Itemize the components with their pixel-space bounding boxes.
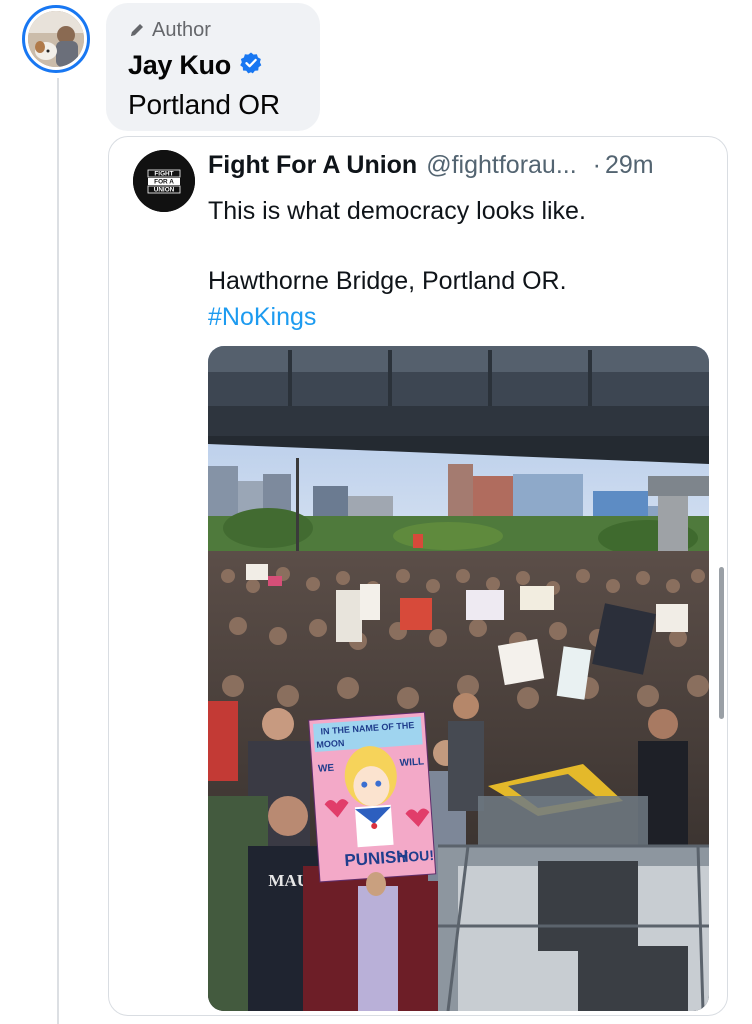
author-badge-label: Author [152,18,211,41]
author-avatar[interactable] [22,5,90,73]
post-timestamp[interactable]: 29m [605,151,654,180]
source-logo: FIGHT FOR A UNION [133,150,195,212]
sailor-moon-sign: IN THE NAME OF THE MOON WE WILL PUNISH Y… [308,711,437,883]
author-badge: Author [128,17,320,43]
comment-text: Portland OR [128,89,280,120]
comment-bubble: Author Jay Kuo Portland OR [106,3,320,131]
sign-line-3: WE [318,763,335,775]
source-logo-line-2: FOR A [154,179,174,186]
source-name[interactable]: Fight For A Union [208,151,417,180]
author-name[interactable]: Jay Kuo [128,50,231,81]
post-line-2: Hawthorne Bridge, Portland OR. [208,267,567,295]
hashtag-link[interactable]: #NoKings [208,299,708,335]
source-logo-line-3: UNION [154,187,175,194]
author-name-row: Jay Kuo [128,49,320,81]
post-gap [208,229,708,263]
post-line-1: This is what democracy looks like. [208,197,586,225]
post-text: This is what democracy looks like. Hawth… [208,193,708,335]
pencil-icon [128,21,146,39]
avatar-photo [28,11,84,67]
protest-photo: MAUI IN THE NAME OF THE MOON WE WILL PUN… [208,346,709,1011]
shared-post-card[interactable]: FIGHT FOR A UNION Fight For A Union @fig… [108,136,728,1016]
post-photo[interactable]: MAUI IN THE NAME OF THE MOON WE WILL PUN… [208,346,709,1011]
source-handle[interactable]: @fightforau... [426,151,576,180]
sign-line-6: YOU! [398,847,434,865]
sign-line-2: MOON [316,738,345,750]
verified-badge-icon [239,51,263,80]
source-header: Fight For A Union @fightforau... · 29m [208,151,713,180]
sign-line-4: WILL [399,756,424,769]
thread-view: Author Jay Kuo Portland OR FIGHT FOR A U… [0,0,752,1024]
scrollbar-thumb[interactable] [719,567,724,719]
source-dot-separator: · [592,151,601,179]
source-logo-line-1: FIGHT [154,171,173,178]
thread-connector-line [57,78,59,1024]
